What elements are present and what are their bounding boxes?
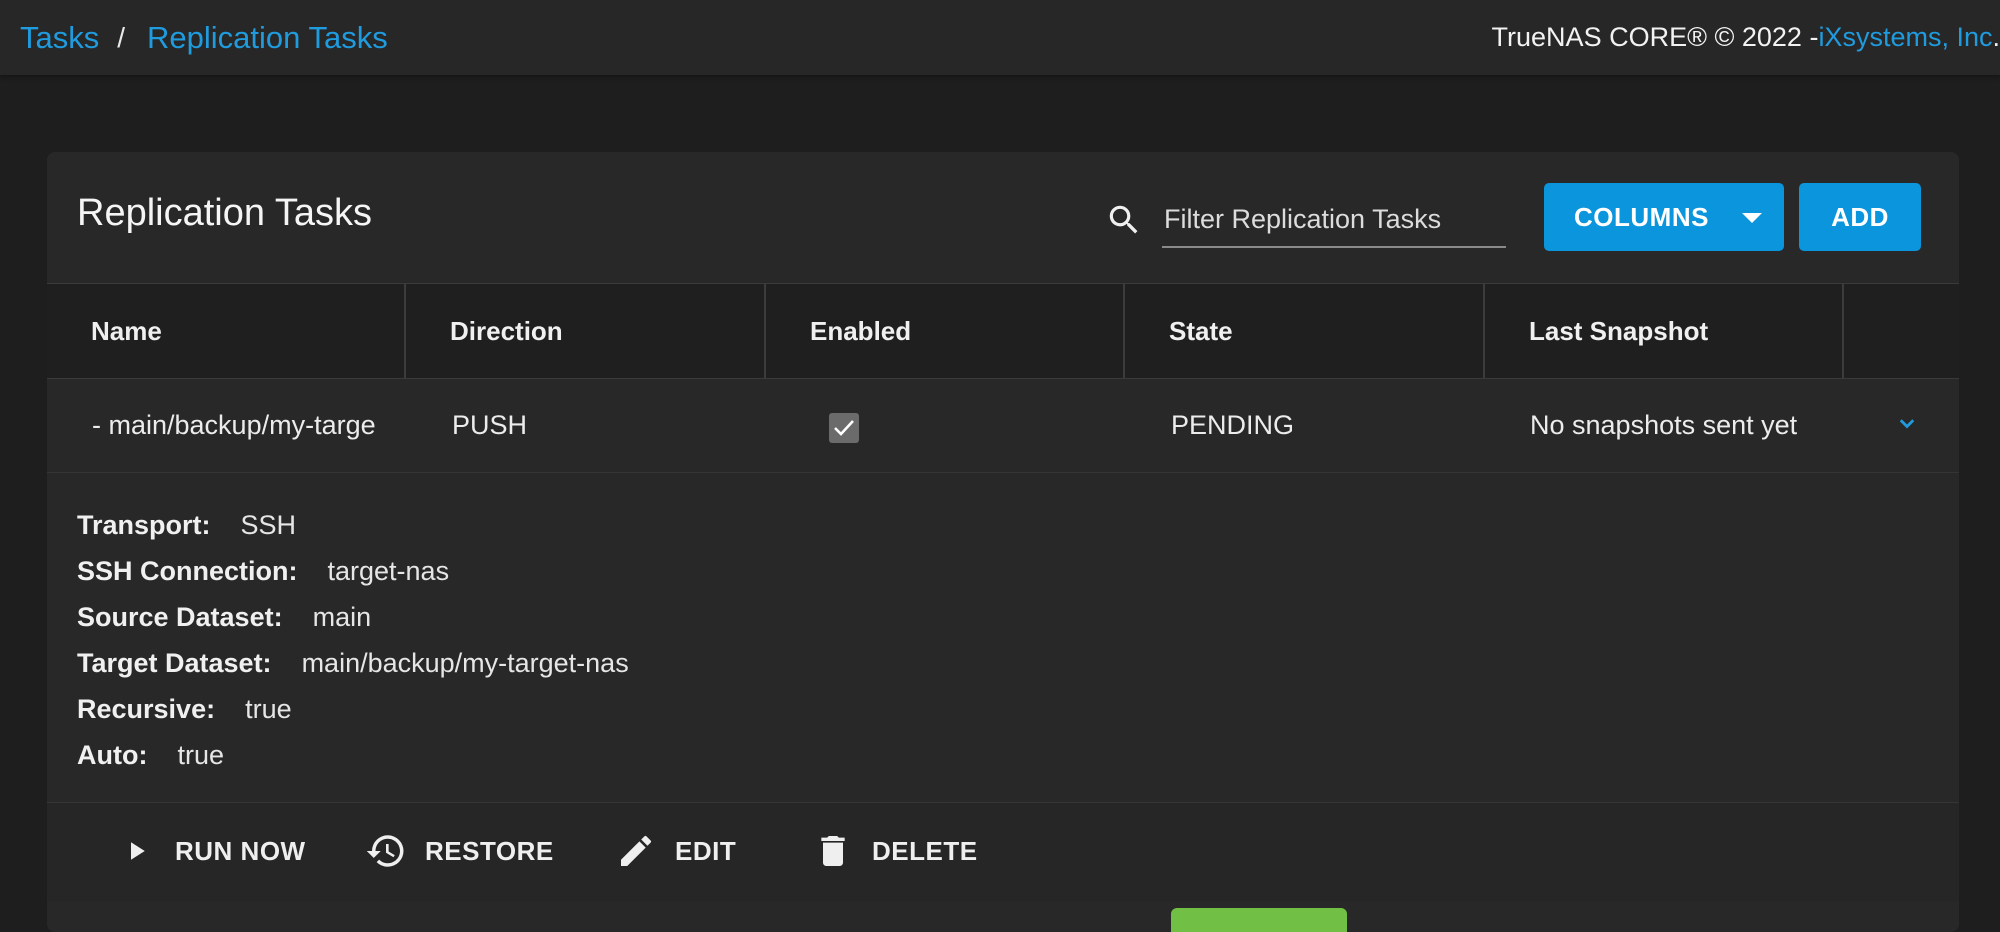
filter-input[interactable] [1162, 192, 1506, 248]
play-icon [115, 830, 157, 872]
search-icon [1109, 205, 1138, 234]
detail-value: true [245, 693, 292, 724]
run-now-button[interactable]: RUN NOW [115, 827, 306, 875]
detail-key: Target Dataset: [77, 647, 272, 678]
cell-last-snapshot: No snapshots sent yet [1530, 409, 1798, 440]
column-header-enabled[interactable]: Enabled [810, 284, 911, 378]
detail-value: true [177, 739, 224, 770]
column-divider[interactable] [1842, 284, 1844, 378]
detail-value: SSH [240, 509, 297, 540]
caret-down-icon [1742, 213, 1762, 223]
detail-key: Auto: [77, 739, 148, 770]
breadcrumb-separator: / [117, 21, 126, 53]
detail-value: target-nas [327, 555, 450, 586]
delete-button[interactable]: DELETE [812, 827, 978, 875]
vendor-link[interactable]: iXsystems, Inc [1818, 22, 1992, 53]
edit-button[interactable]: EDIT [615, 827, 736, 875]
row-actions: RUN NOW RESTORE EDIT DELETE [47, 802, 1959, 901]
history-icon [365, 830, 407, 872]
cell-direction: PUSH [452, 409, 528, 440]
detail-recursive: Recursive: true [77, 686, 629, 732]
table-row[interactable]: - main/backup/my-target-nas PUSH PENDING… [47, 378, 1959, 473]
column-divider[interactable] [1483, 284, 1485, 378]
detail-source-dataset: Source Dataset: main [77, 594, 629, 640]
detail-key: Recursive: [77, 693, 216, 724]
column-header-state[interactable]: State [1169, 284, 1233, 378]
card-header: Replication Tasks COLUMNS ADD [47, 152, 1959, 282]
detail-auto: Auto: true [77, 732, 629, 778]
column-divider[interactable] [404, 284, 406, 378]
column-header-direction[interactable]: Direction [450, 284, 563, 378]
detail-ssh-connection: SSH Connection: target-nas [77, 548, 629, 594]
column-divider[interactable] [764, 284, 766, 378]
top-bar: Tasks / Replication Tasks TrueNAS CORE® … [0, 0, 2000, 75]
column-header-name[interactable]: Name [91, 284, 162, 378]
pencil-icon [615, 830, 657, 872]
detail-value: main [312, 601, 372, 632]
add-button[interactable]: ADD [1799, 183, 1921, 251]
check-icon [834, 420, 854, 436]
detail-key: SSH Connection: [77, 555, 298, 586]
detail-value: main/backup/my-target-nas [301, 647, 629, 678]
task-details: Transport: SSH SSH Connection: target-na… [77, 502, 629, 778]
status-chip[interactable] [1171, 908, 1347, 932]
columns-button[interactable]: COLUMNS [1544, 183, 1784, 251]
table-header: Name Direction Enabled State Last Snapsh… [47, 283, 1959, 379]
detail-transport: Transport: SSH [77, 502, 629, 548]
columns-button-label: COLUMNS [1574, 201, 1709, 232]
detail-key: Transport: [77, 509, 211, 540]
cell-name: - main/backup/my-target-nas [92, 409, 375, 440]
copyright-suffix: . [1992, 22, 2000, 52]
enabled-checkbox[interactable] [829, 413, 859, 443]
run-now-label: RUN NOW [175, 835, 306, 866]
chevron-down-icon[interactable] [1892, 409, 1922, 439]
detail-key: Source Dataset: [77, 601, 283, 632]
breadcrumb: Tasks / Replication Tasks [20, 0, 388, 75]
copyright-notice: TrueNAS CORE® © 2022 - iXsystems, Inc . [1492, 0, 2000, 75]
breadcrumb-tasks-link[interactable]: Tasks [20, 20, 99, 56]
restore-button[interactable]: RESTORE [365, 827, 554, 875]
card-title: Replication Tasks [77, 192, 373, 234]
restore-label: RESTORE [425, 835, 554, 866]
column-divider[interactable] [1123, 284, 1125, 378]
replication-tasks-card: Replication Tasks COLUMNS ADD Name Direc… [47, 152, 1959, 932]
cell-state: PENDING [1171, 409, 1295, 440]
column-header-last-snapshot[interactable]: Last Snapshot [1529, 284, 1708, 378]
trash-icon [812, 830, 854, 872]
copyright-text: TrueNAS CORE® © 2022 - [1491, 22, 1819, 52]
breadcrumb-replication-tasks-link[interactable]: Replication Tasks [147, 20, 388, 56]
delete-label: DELETE [872, 835, 978, 866]
edit-label: EDIT [675, 835, 737, 866]
detail-target-dataset: Target Dataset: main/backup/my-target-na… [77, 640, 629, 686]
